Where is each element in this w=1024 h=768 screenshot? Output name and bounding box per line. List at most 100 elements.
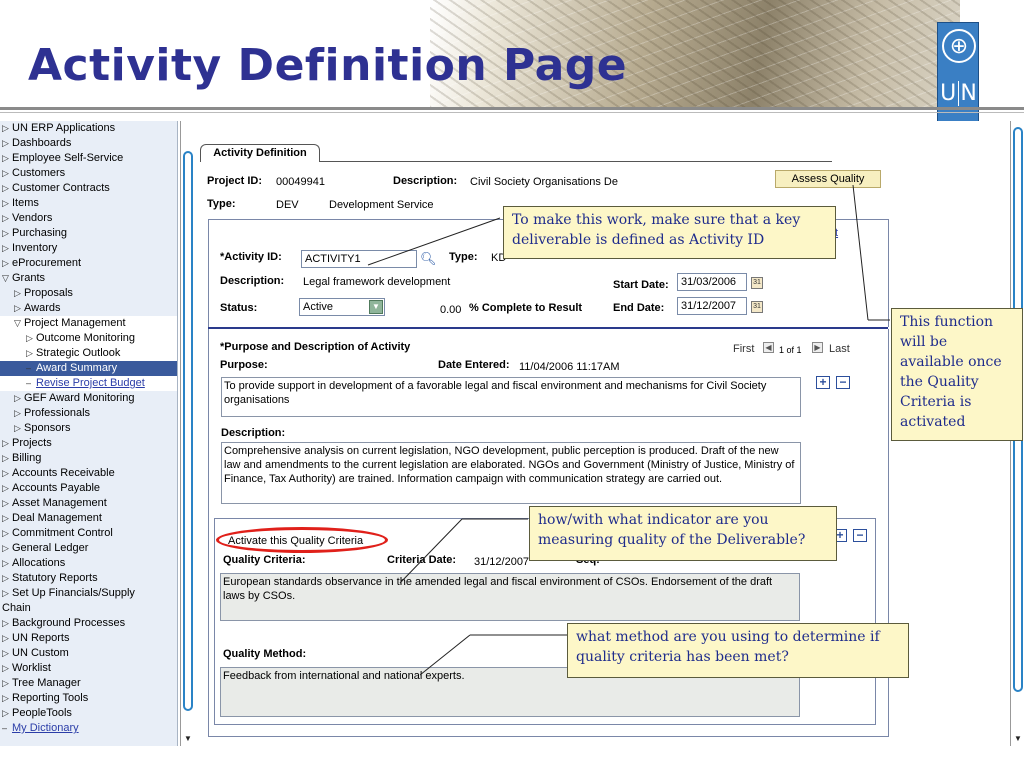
menu-item[interactable]: ▷ Worklist — [0, 661, 177, 676]
scroll-down-arrow-icon[interactable]: ▼ — [183, 734, 193, 744]
menu-item[interactable]: ▷ Billing — [0, 451, 177, 466]
menu-scroll-thumb[interactable] — [183, 151, 193, 711]
purpose-label: Purpose: — [220, 359, 268, 371]
status-value: Active — [303, 301, 333, 313]
menu-item[interactable]: ▷ Purchasing — [0, 226, 177, 241]
menu-item[interactable]: ▷ UN Custom — [0, 646, 177, 661]
scroll-down-arrow-icon[interactable]: ▼ — [1013, 734, 1023, 744]
menu-item[interactable]: – Revise Project Budget — [0, 376, 177, 391]
menu-item[interactable]: ▷ General Ledger — [0, 541, 177, 556]
project-type-description: Development Service — [329, 199, 434, 211]
expand-arrow-icon: ▷ — [2, 618, 9, 628]
start-date-input[interactable]: 31/03/2006 — [677, 273, 747, 291]
menu-item[interactable]: ▷ Proposals — [0, 286, 177, 301]
menu-item[interactable]: ▷ Projects — [0, 436, 177, 451]
calendar-icon[interactable]: 31 — [751, 277, 763, 289]
collapse-arrow-icon: ▽ — [2, 273, 9, 283]
menu-item[interactable]: ▷ Set Up Financials/Supply — [0, 586, 177, 601]
expand-arrow-icon: ▷ — [2, 528, 9, 538]
next-arrow-icon[interactable]: ▶ — [812, 342, 823, 353]
magnifier-icon[interactable]: 🔍︎ — [420, 251, 437, 267]
menu-item[interactable]: ▷ Accounts Receivable — [0, 466, 177, 481]
menu-item[interactable]: ▷ Inventory — [0, 241, 177, 256]
expand-arrow-icon: ▷ — [26, 333, 33, 343]
status-select[interactable]: Active ▼ — [299, 298, 385, 316]
menu-item-label: Customer Contracts — [12, 182, 110, 194]
menu-item[interactable]: ▷ Tree Manager — [0, 676, 177, 691]
assess-quality-button[interactable]: Assess Quality — [775, 170, 881, 188]
logo-letter-n: N — [958, 81, 977, 106]
expand-arrow-icon: ▷ — [2, 258, 9, 268]
menu-item[interactable]: Chain — [0, 601, 177, 616]
menu-scrollbar[interactable]: ▼ — [180, 121, 194, 746]
menu-item[interactable]: ▷ UN Reports — [0, 631, 177, 646]
callout-quality-indicator: how/with what indicator are you measurin… — [529, 506, 837, 561]
menu-item-label: Vendors — [12, 212, 53, 224]
menu-item[interactable]: ▽ Grants — [0, 271, 177, 286]
menu-item[interactable]: ▷ Sponsors — [0, 421, 177, 436]
menu-item[interactable]: ▽ Project Management — [0, 316, 177, 331]
expand-arrow-icon: ▷ — [2, 633, 9, 643]
menu-item-label: Commitment Control — [12, 527, 113, 539]
delete-row-icon[interactable]: − — [853, 529, 867, 542]
purpose-section-heading: *Purpose and Description of Activity — [220, 341, 411, 353]
activity-id-input[interactable]: ACTIVITY1 — [301, 250, 417, 268]
expand-arrow-icon: ▷ — [2, 498, 9, 508]
menu-item[interactable]: ▷ Statutory Reports — [0, 571, 177, 586]
calendar-icon[interactable]: 31 — [751, 301, 763, 313]
menu-item-label: Project Management — [24, 317, 126, 329]
add-row-icon[interactable]: + — [816, 376, 830, 389]
menu-item[interactable]: ▷ Accounts Payable — [0, 481, 177, 496]
project-type-code: DEV — [276, 199, 299, 211]
end-date-input[interactable]: 31/12/2007 — [677, 297, 747, 315]
menu-item-label: GEF Award Monitoring — [24, 392, 135, 404]
project-type-label: Type: — [207, 198, 236, 210]
activity-id-label: *Activity ID: — [220, 251, 282, 263]
menu-item[interactable]: ▷ Commitment Control — [0, 526, 177, 541]
delete-row-icon[interactable]: − — [836, 376, 850, 389]
expand-arrow-icon: ▷ — [2, 198, 9, 208]
tab-activity-definition[interactable]: Activity Definition — [200, 144, 320, 162]
purpose-textarea[interactable]: To provide support in development of a f… — [221, 377, 801, 417]
quality-criteria-textarea[interactable]: European standards observance in the ame… — [220, 573, 800, 621]
menu-item[interactable]: ▷ Strategic Outlook — [0, 346, 177, 361]
first-link[interactable]: First — [733, 343, 754, 355]
menu-item[interactable]: ▷ Asset Management — [0, 496, 177, 511]
leaf-dash-icon: – — [26, 363, 32, 373]
menu-item[interactable]: ▷ Outcome Monitoring — [0, 331, 177, 346]
criteria-date-label: Criteria Date: — [387, 554, 457, 566]
menu-item[interactable]: ▷ Vendors — [0, 211, 177, 226]
menu-item[interactable]: ▷ Customers — [0, 166, 177, 181]
menu-item[interactable]: ▷ Dashboards — [0, 136, 177, 151]
menu-item[interactable]: ▷ Professionals — [0, 406, 177, 421]
menu-item[interactable]: ▷ Customer Contracts — [0, 181, 177, 196]
quality-criteria-label: Quality Criteria: — [223, 554, 306, 566]
description-textarea[interactable]: Comprehensive analysis on current legisl… — [221, 442, 801, 504]
header-rule — [0, 107, 1024, 110]
menu-item[interactable]: ▷ eProcurement — [0, 256, 177, 271]
menu-item[interactable]: ▷ Allocations — [0, 556, 177, 571]
menu-item[interactable]: – My Dictionary — [0, 721, 177, 736]
menu-item[interactable]: ▷ GEF Award Monitoring — [0, 391, 177, 406]
menu-item[interactable]: ▷ Background Processes — [0, 616, 177, 631]
status-label: Status: — [220, 302, 258, 314]
menu-item[interactable]: ▷ PeopleTools — [0, 706, 177, 721]
collapse-arrow-icon: ▽ — [14, 318, 21, 328]
previous-arrow-icon[interactable]: ◀ — [763, 342, 774, 353]
menu-item-label: Inventory — [12, 242, 58, 254]
menu-item[interactable]: – Award Summary — [0, 361, 177, 376]
menu-item[interactable]: ▷ Awards — [0, 301, 177, 316]
menu-item[interactable]: ▷ Reporting Tools — [0, 691, 177, 706]
expand-arrow-icon: ▷ — [2, 513, 9, 523]
menu-item-label: UN Custom — [12, 647, 69, 659]
activity-type-label: Type: — [449, 251, 478, 263]
menu-item[interactable]: ▷ UN ERP Applications — [0, 121, 177, 136]
menu-item[interactable]: ▷ Employee Self-Service — [0, 151, 177, 166]
menu-item[interactable]: ▷ Items — [0, 196, 177, 211]
last-link[interactable]: Last — [829, 343, 850, 355]
expand-arrow-icon: ▷ — [2, 543, 9, 553]
menu-item[interactable]: ▷ Deal Management — [0, 511, 177, 526]
expand-arrow-icon: ▷ — [2, 453, 9, 463]
expand-arrow-icon: ▷ — [14, 393, 21, 403]
quality-method-label: Quality Method: — [223, 648, 307, 660]
